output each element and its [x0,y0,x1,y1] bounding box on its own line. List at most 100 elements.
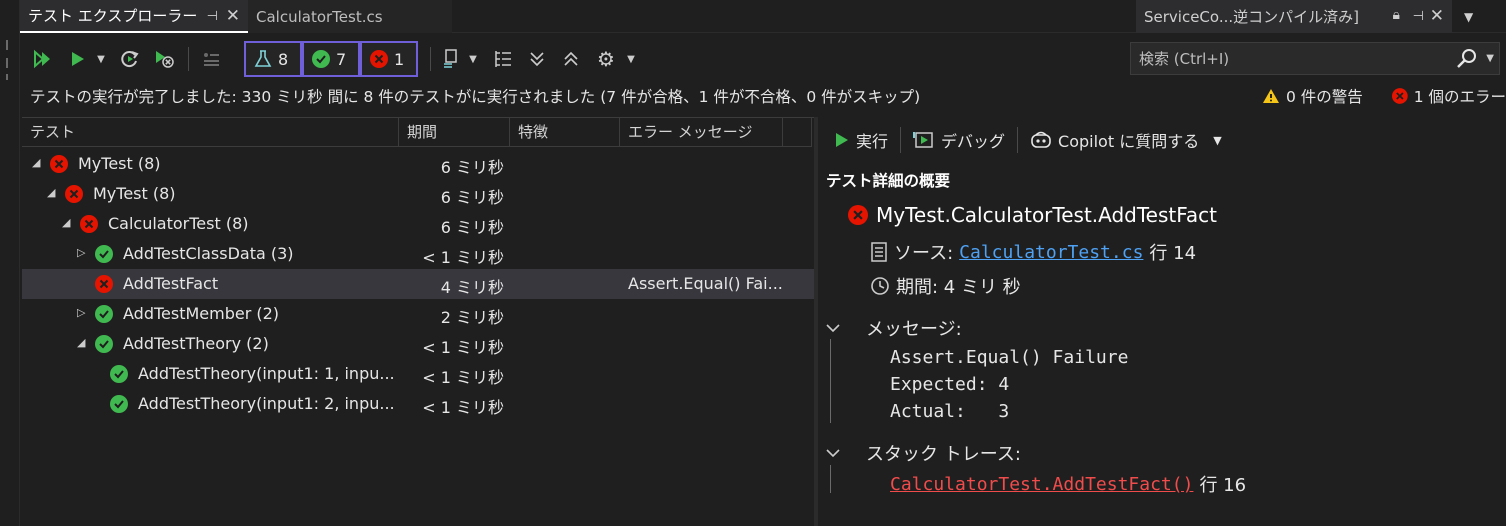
test-row[interactable]: ◢ MyTest (8) 6 ミリ秒 [22,179,814,209]
test-row[interactable]: ▷ AddTestClassData (3) < 1 ミリ秒 [22,239,814,269]
tab-list-dropdown-icon[interactable]: ▼ [1464,10,1473,24]
stack-trace-section-header[interactable]: スタック トレース: [826,440,1021,466]
warning-icon [1263,89,1279,103]
test-row[interactable]: AddTestTheory(input1: 1, inpu... < 1 ミリ秒 [22,359,814,389]
test-error-message: Assert.Equal() Fai... [628,274,783,293]
settings-button[interactable]: ⚙ [594,44,618,74]
collapse-all-icon [564,51,578,66]
document-icon [871,242,887,262]
column-header-traits[interactable]: 特徴 [510,118,620,147]
flask-icon [254,50,272,67]
test-row[interactable]: ▷ AddTestMember (2) 2 ミリ秒 [22,299,814,329]
expanded-arrow-icon[interactable]: ◢ [47,186,55,199]
passed-icon [312,50,330,68]
left-gutter [0,0,20,526]
repeat-last-run-button[interactable] [116,44,144,74]
message-label: メッセージ: [866,319,962,340]
run-failed-tests-button[interactable] [150,44,178,74]
ask-copilot-label: Copilot に質問する [1058,132,1200,151]
warnings-indicator[interactable]: 0 件の警告 [1262,85,1363,107]
tab-test-explorer[interactable]: テスト エクスプローラー ⊣ ✕ [20,0,248,33]
failed-count: 1 [394,49,405,69]
detail-debug-button[interactable]: デバッグ [913,128,1005,152]
expanded-arrow-icon[interactable]: ◢ [32,156,40,169]
tab-service-decompiled[interactable]: ServiceCo...逆コンパイル済み] 🔒︎ ⊣ ✕ [1136,0,1452,33]
test-duration: 6 ミリ秒 [440,188,504,207]
playlist-dropdown-icon[interactable]: ▼ [466,44,480,74]
passed-icon [110,365,128,383]
failed-icon [95,275,113,293]
close-icon[interactable]: ✕ [226,6,240,26]
detail-run-button[interactable]: 実行 [834,128,888,152]
error-message-text: Assert.Equal() Failure Expected: 4 Actua… [890,347,1129,422]
failed-icon [50,155,68,173]
stack-trace-row: CalculatorTest.AddTestFact() 行 16 [890,471,1246,497]
ask-copilot-button[interactable]: Copilot に質問する ▼ [1030,128,1222,152]
detail-source-row: ソース: CalculatorTest.cs 行 14 [870,239,1196,265]
search-placeholder: 検索 (Ctrl+I) [1139,50,1230,68]
test-name: AddTestTheory (2) [123,334,269,353]
test-name: MyTest (8) [78,154,161,173]
settings-dropdown-icon[interactable]: ▼ [624,44,638,74]
test-row[interactable]: AddTestFact 4 ミリ秒 Assert.Equal() Fai... [22,269,814,299]
group-icon [204,53,219,66]
copilot-icon [1031,131,1051,148]
copilot-dropdown-icon[interactable]: ▼ [1213,134,1221,147]
column-header-error-message[interactable]: エラー メッセージ [620,118,783,147]
failed-icon [80,215,98,233]
detail-test-name-row: MyTest.CalculatorTest.AddTestFact [848,203,1217,227]
search-input[interactable]: 検索 (Ctrl+I) ▼ [1130,42,1500,75]
test-duration: 6 ミリ秒 [440,158,504,177]
test-duration: < 1 ミリ秒 [422,398,504,417]
passed-icon [95,305,113,323]
clock-icon [871,277,889,295]
show-hierarchy-button[interactable] [490,44,516,74]
stack-frame-link[interactable]: CalculatorTest.AddTestFact() [890,474,1193,495]
test-row[interactable]: ◢ AddTestTheory (2) < 1 ミリ秒 [22,329,814,359]
failed-tests-filter[interactable]: 1 [360,41,418,77]
errors-indicator[interactable]: 1 個のエラー [1392,85,1506,107]
collapsed-arrow-icon[interactable]: ▷ [77,246,85,259]
detail-duration-row: 期間: 4 ミリ 秒 [870,273,1021,299]
expanded-arrow-icon[interactable]: ◢ [77,336,85,349]
detail-toolbar: 実行 デバッグ Copilot に質問する ▼ [818,125,1222,155]
test-row[interactable]: ◢ CalculatorTest (8) 6 ミリ秒 [22,209,814,239]
group-by-button[interactable] [198,44,224,74]
close-icon[interactable]: ✕ [1430,6,1444,26]
expanded-arrow-icon[interactable]: ◢ [62,216,70,229]
warnings-label: 0 件の警告 [1286,88,1363,106]
run-summary: テストの実行が完了しました: 330 ミリ秒 間に 8 件のテストがに実行されま… [30,88,921,106]
run-dropdown-icon[interactable]: ▼ [94,44,108,74]
pin-icon[interactable]: ⊣ [207,9,218,24]
expand-all-icon [530,52,544,67]
expand-all-button[interactable] [524,44,550,74]
passed-count: 7 [336,49,347,69]
run-all-button[interactable] [28,44,56,74]
lock-icon: 🔒︎ [1392,7,1400,23]
column-header-duration[interactable]: 期間 [399,118,510,147]
column-header-test[interactable]: テスト [22,118,399,147]
detail-summary-title: テスト詳細の概要 [826,172,951,190]
source-line: 行 14 [1149,243,1197,264]
run-icon [836,133,848,147]
search-icon [1457,49,1476,68]
total-tests-filter[interactable]: 8 [244,41,302,77]
source-file-link[interactable]: CalculatorTest.cs [959,242,1143,263]
message-section-header[interactable]: メッセージ: [826,315,962,341]
errors-label: 1 個のエラー [1413,88,1506,106]
collapsed-arrow-icon[interactable]: ▷ [77,306,85,319]
total-count: 8 [278,49,289,69]
message-section-guide [830,339,831,423]
tab-bar: テスト エクスプローラー ⊣ ✕ CalculatorTest.cs Servi… [20,0,1506,33]
test-row[interactable]: ◢ MyTest (8) 6 ミリ秒 [22,149,814,179]
pin-icon[interactable]: ⊣ [1413,9,1424,24]
collapse-all-button[interactable] [558,44,584,74]
playlist-button[interactable] [438,44,464,74]
passed-tests-filter[interactable]: 7 [302,41,360,77]
test-row[interactable]: AddTestTheory(input1: 2, inpu... < 1 ミリ秒 [22,389,814,419]
run-button[interactable] [64,44,92,74]
stack-frame-line: 行 16 [1199,475,1247,496]
test-name: AddTestMember (2) [123,304,280,323]
tab-calculator-test[interactable]: CalculatorTest.cs [248,0,452,33]
search-options-dropdown-icon[interactable]: ▼ [1486,53,1494,64]
